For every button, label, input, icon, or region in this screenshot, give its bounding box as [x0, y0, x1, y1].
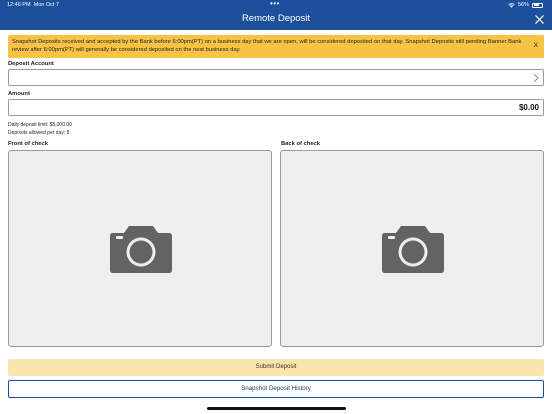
wifi-icon — [508, 2, 515, 8]
notice-banner: Snapshot Deposits received and accepted … — [8, 35, 544, 58]
submit-deposit-button[interactable]: Submit Deposit — [8, 359, 544, 376]
deposit-account-label: Deposit Account — [8, 61, 54, 67]
back-of-check-label: Back of check — [281, 141, 320, 147]
back-check-capture[interactable] — [280, 150, 544, 347]
multitask-dots[interactable]: ••• — [270, 0, 280, 8]
camera-icon — [382, 226, 444, 273]
close-icon[interactable] — [534, 14, 545, 25]
status-date: Mon Oct 7 — [33, 2, 59, 8]
nav-bar: Remote Deposit — [0, 10, 552, 30]
amount-value: $0.00 — [518, 103, 539, 112]
page-title: Remote Deposit — [241, 13, 311, 24]
daily-limit-text: Daily deposit limit: $5,000.00 — [8, 122, 72, 128]
home-indicator[interactable] — [207, 407, 346, 410]
status-time: 12:46 PM Mon Oct 7 — [7, 2, 59, 8]
battery-icon — [532, 2, 543, 8]
front-of-check-label: Front of check — [8, 141, 48, 147]
notice-message: Snapshot Deposits received and accepted … — [12, 39, 522, 53]
battery-percent: 56% — [517, 2, 529, 8]
front-check-capture[interactable] — [8, 150, 272, 347]
status-bar: 12:46 PM Mon Oct 7 ••• 56% — [0, 0, 552, 10]
deposit-account-select[interactable] — [8, 69, 544, 86]
camera-icon — [110, 226, 172, 273]
deposit-history-button[interactable]: Snapshot Deposit History — [8, 380, 544, 398]
status-right: 56% — [508, 2, 543, 8]
amount-label: Amount — [8, 91, 30, 97]
chevron-right-icon — [533, 73, 539, 83]
dismiss-banner-button[interactable]: X — [534, 42, 538, 49]
deposits-per-day-text: Deposits allowed per day: 5 — [8, 130, 70, 136]
amount-input[interactable]: $0.00 — [8, 99, 544, 116]
